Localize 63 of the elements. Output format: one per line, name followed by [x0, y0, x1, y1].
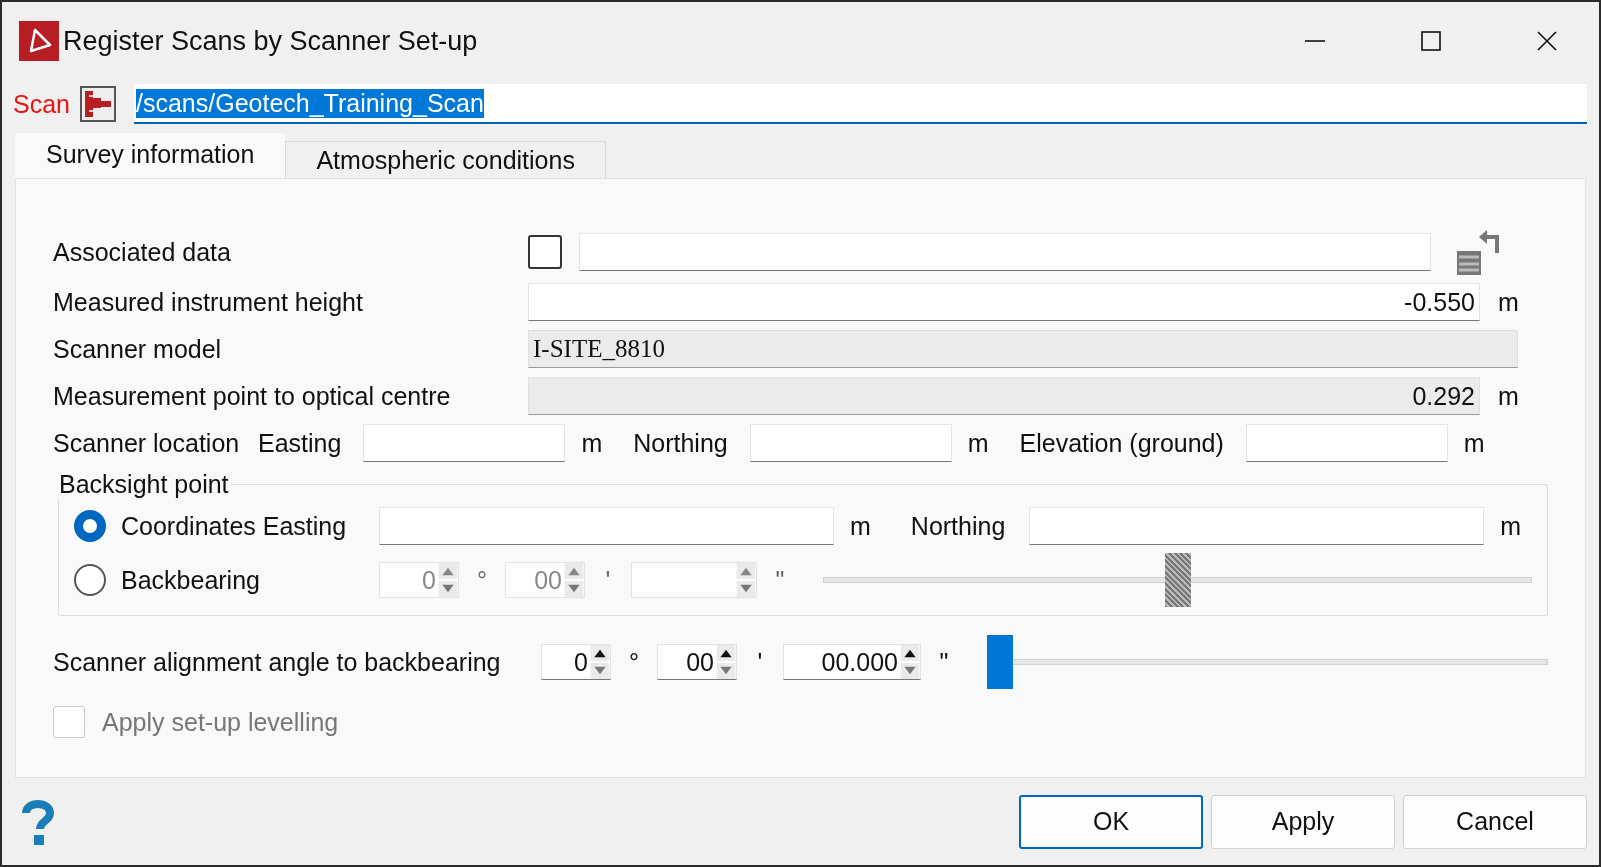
radio-label: Coordinates Easting	[121, 511, 348, 541]
unit-label: m	[850, 511, 871, 541]
dialog-button[interactable]: Apply	[1211, 794, 1395, 849]
unit-label: m	[1463, 428, 1485, 458]
minute-symbol: '	[756, 647, 764, 677]
help-icon[interactable]	[22, 798, 54, 845]
coordinate-field[interactable]	[363, 424, 566, 462]
degree-symbol: °	[476, 565, 488, 595]
field-label: Measured instrument height	[53, 287, 364, 317]
radio-label: Backbearing	[121, 565, 261, 595]
window-title: Register Scans by Scanner Set-up	[63, 25, 478, 57]
spin-arrows-icon[interactable]	[900, 645, 920, 679]
optical-centre-field: 0.292	[528, 377, 1480, 415]
field-label: Scanner alignment angle to backbearing	[53, 647, 502, 677]
second-symbol: "	[774, 565, 786, 595]
close-icon[interactable]	[1535, 29, 1559, 53]
associated-data-field[interactable]	[579, 233, 1431, 271]
scan-label: Scan	[13, 89, 70, 119]
unit-label: m	[1498, 287, 1519, 317]
tab[interactable]: Survey information	[15, 133, 286, 178]
field-label: Northing	[633, 428, 728, 458]
bearing-slider[interactable]	[823, 553, 1532, 607]
coordinate-field[interactable]	[1245, 424, 1448, 462]
coordinate-field[interactable]	[749, 424, 952, 462]
field-label: Scanner location	[53, 428, 241, 458]
field-label: Associated data	[53, 237, 232, 267]
minutes-spin-box[interactable]: 00	[657, 644, 737, 680]
unit-label: m	[1500, 511, 1522, 541]
scanner-model-field: I-SITE_8810	[528, 330, 1518, 368]
scan-browse-icon[interactable]	[80, 86, 116, 122]
maximize-icon[interactable]	[1419, 29, 1443, 53]
degree-symbol: °	[628, 647, 640, 677]
seconds-spin-box[interactable]: 00.000	[783, 644, 921, 680]
tab[interactable]: Atmospheric conditions	[285, 141, 606, 178]
slider-thumb[interactable]	[987, 635, 1013, 689]
alignment-slider[interactable]	[987, 635, 1548, 689]
spin-arrows-icon[interactable]	[590, 645, 610, 679]
unit-label: m	[1498, 381, 1519, 411]
spin-arrows-icon[interactable]	[716, 645, 736, 679]
path-text: /scans/Geotech_Training_Scan	[136, 88, 484, 118]
dialog-button[interactable]: OK	[1019, 794, 1203, 849]
field-label: Elevation (ground)	[1019, 428, 1224, 458]
minute-symbol: '	[604, 565, 612, 595]
easting-field[interactable]	[379, 507, 834, 545]
northing-field[interactable]	[1029, 507, 1485, 545]
second-symbol: "	[938, 647, 950, 677]
field-label: Measurement point to optical centre	[53, 381, 452, 411]
unit-label: m	[967, 428, 989, 458]
radio-button[interactable]	[74, 510, 106, 542]
checkbox-label: Apply set-up levelling	[102, 707, 339, 737]
field-label: Easting	[258, 428, 342, 458]
instrument-height-field[interactable]: -0.550	[528, 283, 1480, 321]
group-title: Backsight point	[58, 470, 230, 499]
checkbox[interactable]	[528, 235, 562, 269]
scan-path-field[interactable]: /scans/Geotech_Training_Scan	[134, 84, 1587, 124]
degrees-spin-box[interactable]: 0	[541, 644, 611, 680]
unit-label: m	[581, 428, 603, 458]
field-label: Northing	[910, 511, 1006, 541]
dialog-button[interactable]: Cancel	[1403, 794, 1587, 849]
app-logo-icon	[19, 21, 59, 61]
radio-button[interactable]	[74, 564, 106, 596]
list-revert-icon[interactable]	[1457, 229, 1501, 275]
field-label: Scanner model	[53, 334, 223, 364]
